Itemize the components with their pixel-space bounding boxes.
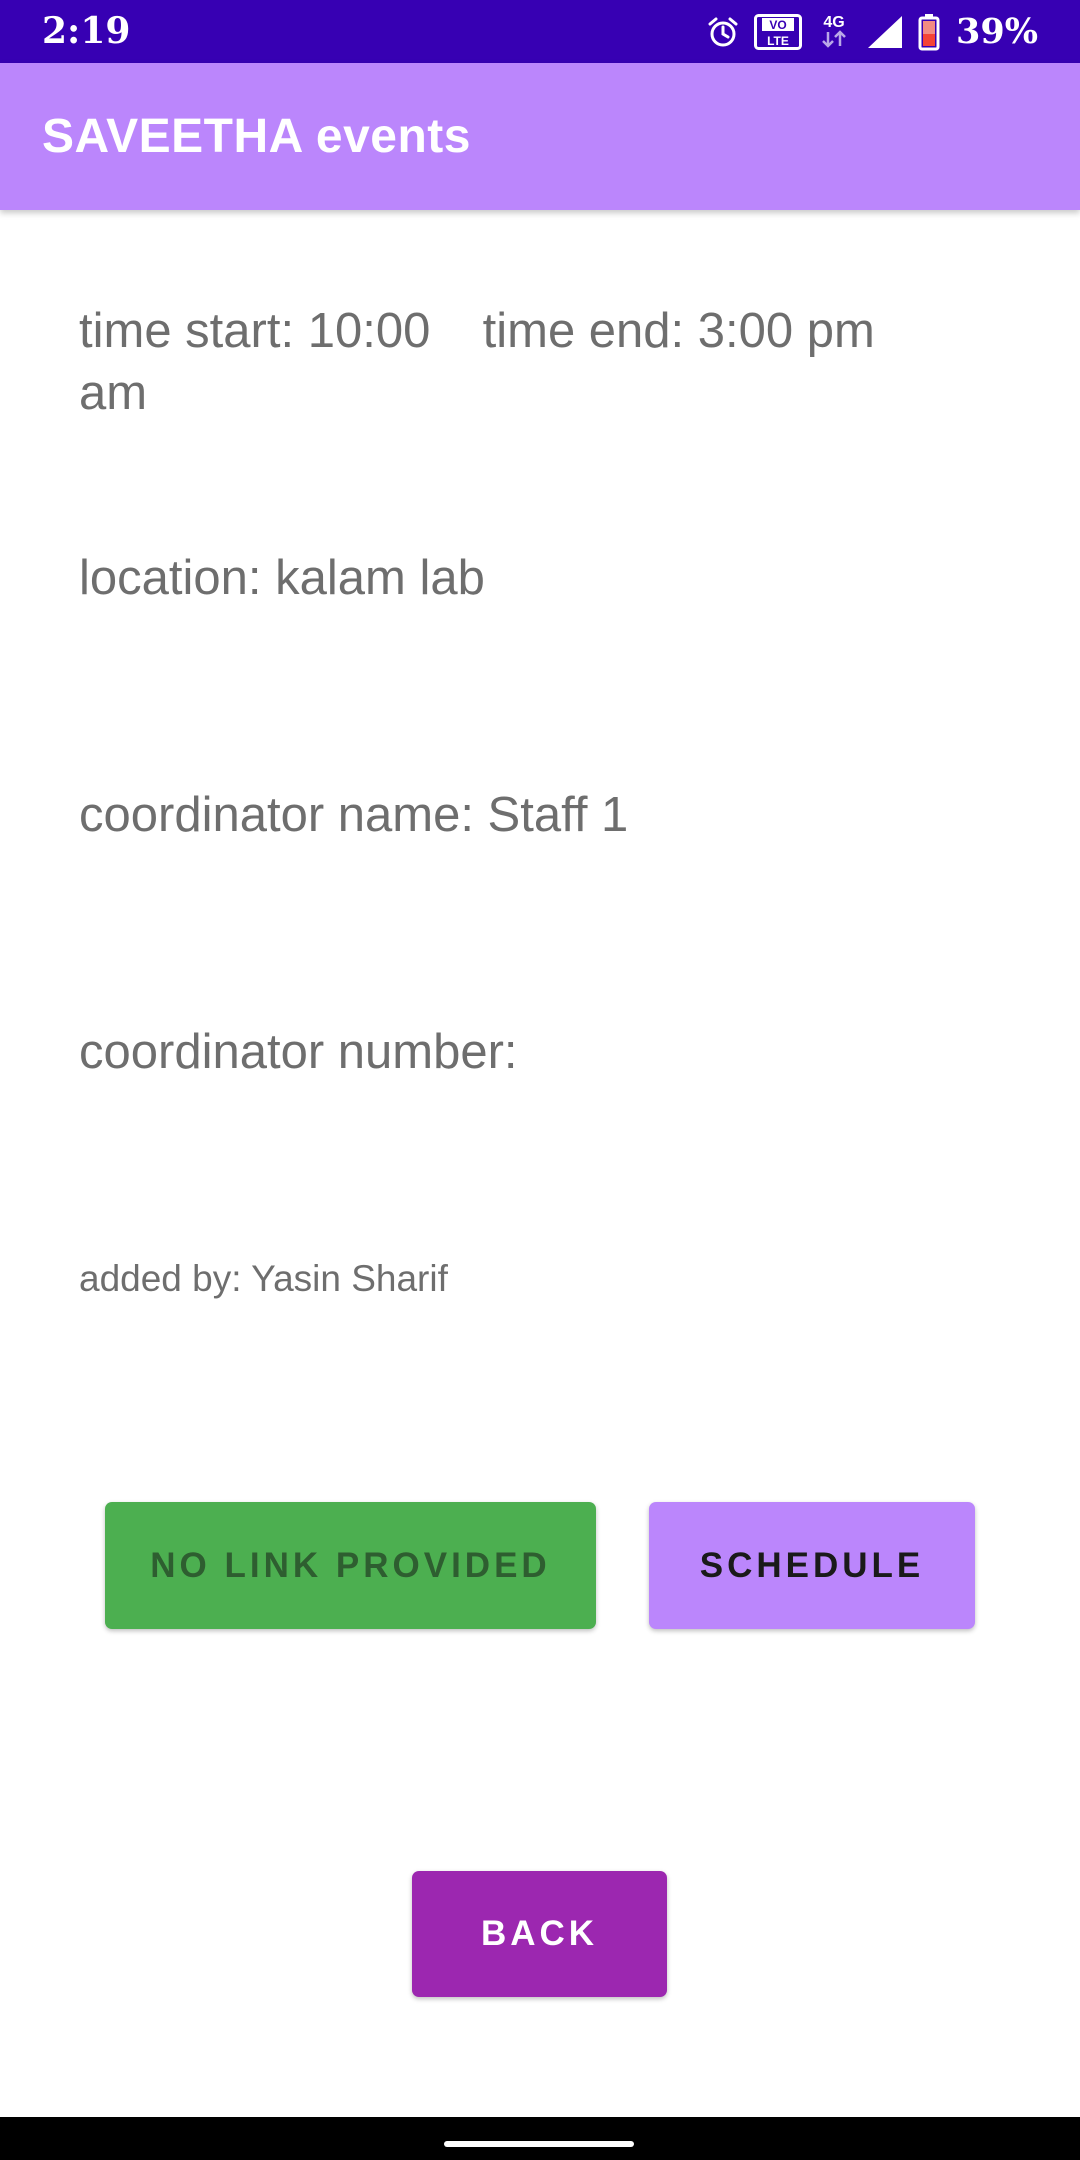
no-link-button[interactable]: NO LINK PROVIDED — [105, 1502, 596, 1629]
battery-percent: 39% — [956, 11, 1038, 52]
svg-text:4G: 4G — [823, 14, 844, 31]
status-time: 2:19 — [42, 10, 131, 52]
network-4g-icon: 4G — [816, 12, 852, 52]
coordinator-name-text: coordinator name: Staff 1 — [79, 788, 629, 842]
signal-icon — [866, 14, 904, 50]
coordinator-number-text: coordinator number: — [79, 1025, 518, 1079]
time-start: time start: 10:00 am — [79, 300, 469, 424]
location-text: location: kalam lab — [79, 551, 485, 605]
schedule-button[interactable]: SCHEDULE — [649, 1502, 975, 1629]
added-by-text: added by: Yasin Sharif — [79, 1258, 448, 1299]
svg-text:VO: VO — [769, 18, 786, 32]
svg-text:LTE: LTE — [767, 34, 789, 48]
app-bar: SAVEETHA events — [0, 63, 1080, 210]
event-time-line: time start: 10:00 am time end: 3:00 pm — [79, 300, 979, 424]
time-end: time end: 3:00 pm — [482, 304, 875, 358]
app-title: SAVEETHA events — [42, 110, 471, 163]
back-button[interactable]: BACK — [412, 1871, 667, 1997]
navigation-bar — [0, 2117, 1080, 2160]
volte-icon: VO LTE — [754, 14, 803, 50]
home-gesture-handle[interactable] — [444, 2141, 634, 2147]
alarm-icon — [706, 15, 740, 49]
status-icons: VO LTE 4G 39% — [706, 10, 1038, 54]
time-start-suffix: am — [79, 366, 148, 420]
time-start-text: time start: 10:00 — [79, 304, 431, 358]
status-bar: 2:19 VO LTE 4G 39% — [0, 0, 1080, 63]
battery-icon — [918, 13, 940, 51]
